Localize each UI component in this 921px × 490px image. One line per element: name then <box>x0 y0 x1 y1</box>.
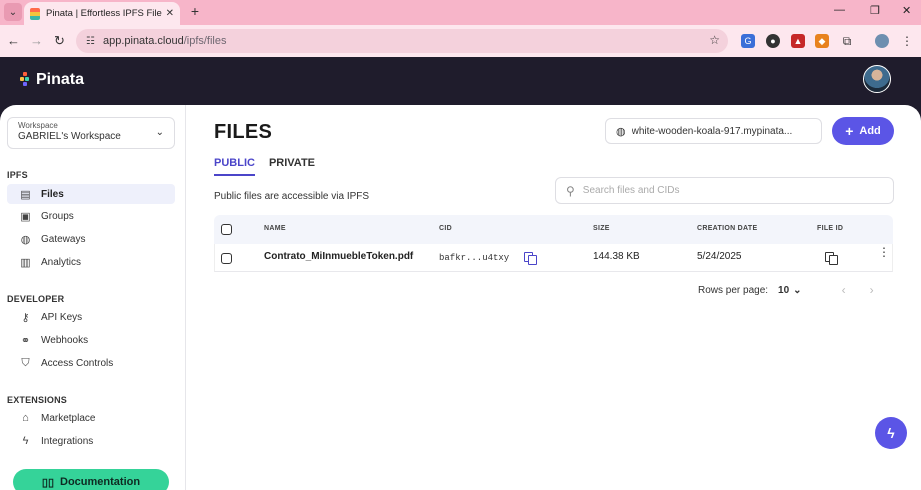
sidebar-item-integrations[interactable]: ϟ Integrations <box>7 431 175 451</box>
sidebar-item-webhooks[interactable]: ⚭ Webhooks <box>7 330 175 350</box>
previous-page-icon[interactable]: ‹ <box>842 283 846 297</box>
chevron-down-icon: ⌄ <box>155 127 164 138</box>
pinata-chat-icon: ϟ <box>887 425 895 441</box>
file-creation-date: 5/24/2025 <box>697 251 742 262</box>
close-window-icon[interactable]: ✕ <box>902 4 911 17</box>
extension-icon[interactable]: ● <box>766 34 780 48</box>
search-box[interactable]: ⚲ <box>555 177 894 204</box>
browser-tab-bar: ⌄ Pinata | Effortless IPFS File Mana ✕ +… <box>0 0 921 25</box>
files-table: NAME CID SIZE CREATION DATE FILE ID Cont… <box>214 215 893 272</box>
next-page-icon[interactable]: › <box>870 283 874 297</box>
browser-menu-icon[interactable]: ⋮ <box>900 34 914 48</box>
sidebar-item-access-controls[interactable]: ⛉ Access Controls <box>7 353 175 373</box>
column-header-cid[interactable]: CID <box>439 225 452 232</box>
key-icon: ⚷ <box>21 311 30 324</box>
pinata-favicon-icon <box>30 7 40 20</box>
profile-avatar-icon[interactable] <box>875 34 889 48</box>
back-icon[interactable]: ← <box>7 33 20 48</box>
new-tab-button[interactable]: + <box>187 3 203 19</box>
metamask-icon[interactable]: ◆ <box>815 34 829 48</box>
browser-tab[interactable]: Pinata | Effortless IPFS File Mana ✕ <box>24 2 180 25</box>
pagination: Rows per page: 10 ⌄ ‹ › <box>698 283 874 297</box>
add-button[interactable]: + Add <box>832 117 894 145</box>
file-cid: bafkr...u4txy <box>439 253 510 263</box>
rows-per-page-select[interactable]: 10 ⌄ <box>778 285 802 296</box>
select-all-checkbox[interactable] <box>221 224 232 235</box>
column-header-size[interactable]: SIZE <box>593 225 610 232</box>
row-menu-icon[interactable]: ⋮ <box>878 246 890 258</box>
forward-icon[interactable]: → <box>30 33 43 48</box>
minimize-icon[interactable]: — <box>834 4 845 16</box>
sidebar-item-groups[interactable]: ▣ Groups <box>7 206 175 226</box>
tab-description: Public files are accessible via IPFS <box>214 191 370 202</box>
search-icon: ⚲ <box>566 183 575 198</box>
page-title: FILES <box>214 121 273 143</box>
globe-icon: ◍ <box>20 233 31 246</box>
plus-icon: + <box>845 123 854 139</box>
workspace-value: GABRIEL's Workspace <box>18 131 121 142</box>
archive-icon: ▣ <box>20 210 31 223</box>
table-row[interactable]: Contrato_MiInmuebleToken.pdf bafkr...u4t… <box>214 244 893 272</box>
search-input[interactable] <box>582 185 863 196</box>
book-icon: ▯▯ <box>41 476 55 489</box>
section-title-ipfs: IPFS <box>7 170 28 180</box>
tab-search-icon[interactable]: ⌄ <box>4 3 22 21</box>
sidebar-item-marketplace[interactable]: ⌂ Marketplace <box>7 408 175 428</box>
main-panel: Workspace GABRIEL's Workspace ⌄ IPFS ▤ F… <box>0 105 921 490</box>
globe-icon: ◍ <box>616 125 626 138</box>
app-header: Pinata <box>0 57 921 105</box>
sidebar-item-api-keys[interactable]: ⚷ API Keys <box>7 307 175 327</box>
chevron-down-icon: ⌄ <box>793 284 802 296</box>
brand-name: Pinata <box>36 71 85 88</box>
tab-title: Pinata | Effortless IPFS File Mana <box>46 8 162 19</box>
extensions-puzzle-icon[interactable]: ⧉ <box>840 34 854 48</box>
copy-cid-icon[interactable] <box>524 252 537 265</box>
extension-icon[interactable]: ▲ <box>791 34 805 48</box>
webhook-icon: ⚭ <box>20 334 31 347</box>
reload-icon[interactable]: ↻ <box>54 33 65 49</box>
file-size: 144.38 KB <box>593 251 640 262</box>
pinata-logo-icon <box>20 72 30 88</box>
sidebar-item-gateways[interactable]: ◍ Gateways <box>7 229 175 249</box>
bolt-icon: ϟ <box>22 435 29 447</box>
close-tab-icon[interactable]: ✕ <box>166 8 174 19</box>
site-info-icon[interactable]: ☷ <box>86 36 95 47</box>
address-bar[interactable]: ☷ app.pinata.cloud/ipfs/files ☆ <box>76 29 728 53</box>
copy-file-id-icon[interactable] <box>825 252 838 265</box>
sidebar-item-files[interactable]: ▤ Files <box>7 184 175 204</box>
row-checkbox[interactable] <box>221 253 232 264</box>
column-header-file-id[interactable]: FILE ID <box>817 225 843 232</box>
table-header: NAME CID SIZE CREATION DATE FILE ID <box>214 215 893 244</box>
store-icon: ⌂ <box>22 412 29 424</box>
restore-icon[interactable]: ❐ <box>870 4 880 17</box>
file-name[interactable]: Contrato_MiInmuebleToken.pdf <box>264 251 413 262</box>
file-icon: ▤ <box>20 188 31 201</box>
help-chat-button[interactable]: ϟ <box>875 417 907 449</box>
user-avatar[interactable] <box>863 65 891 93</box>
tab-public[interactable]: PUBLIC <box>214 157 255 176</box>
section-title-extensions: EXTENSIONS <box>7 395 68 405</box>
workspace-label: Workspace <box>18 121 58 130</box>
bookmark-star-icon[interactable]: ☆ <box>709 33 720 47</box>
sidebar: Workspace GABRIEL's Workspace ⌄ IPFS ▤ F… <box>0 105 186 490</box>
rows-per-page-label: Rows per page: <box>698 284 769 296</box>
tab-private[interactable]: PRIVATE <box>269 157 315 176</box>
section-title-developer: DEVELOPER <box>7 294 65 304</box>
translate-extension-icon[interactable]: G <box>741 34 755 48</box>
bar-chart-icon: ▥ <box>20 256 31 269</box>
gateway-selector[interactable]: ◍ white-wooden-koala-917.mypinata... <box>605 118 822 144</box>
workspace-selector[interactable]: Workspace GABRIEL's Workspace ⌄ <box>7 117 175 149</box>
visibility-tabs: PUBLIC PRIVATE <box>214 157 315 176</box>
column-header-creation-date[interactable]: CREATION DATE <box>697 225 757 232</box>
column-header-name[interactable]: NAME <box>264 225 286 232</box>
pinata-logo[interactable]: Pinata <box>20 71 84 89</box>
documentation-button[interactable]: ▯▯ Documentation <box>13 469 169 490</box>
sidebar-item-analytics[interactable]: ▥ Analytics <box>7 252 175 272</box>
url-text: app.pinata.cloud/ipfs/files <box>102 35 227 47</box>
browser-toolbar: ← → ↻ ☷ app.pinata.cloud/ipfs/files ☆ G … <box>0 25 921 57</box>
shield-icon: ⛉ <box>21 356 30 369</box>
